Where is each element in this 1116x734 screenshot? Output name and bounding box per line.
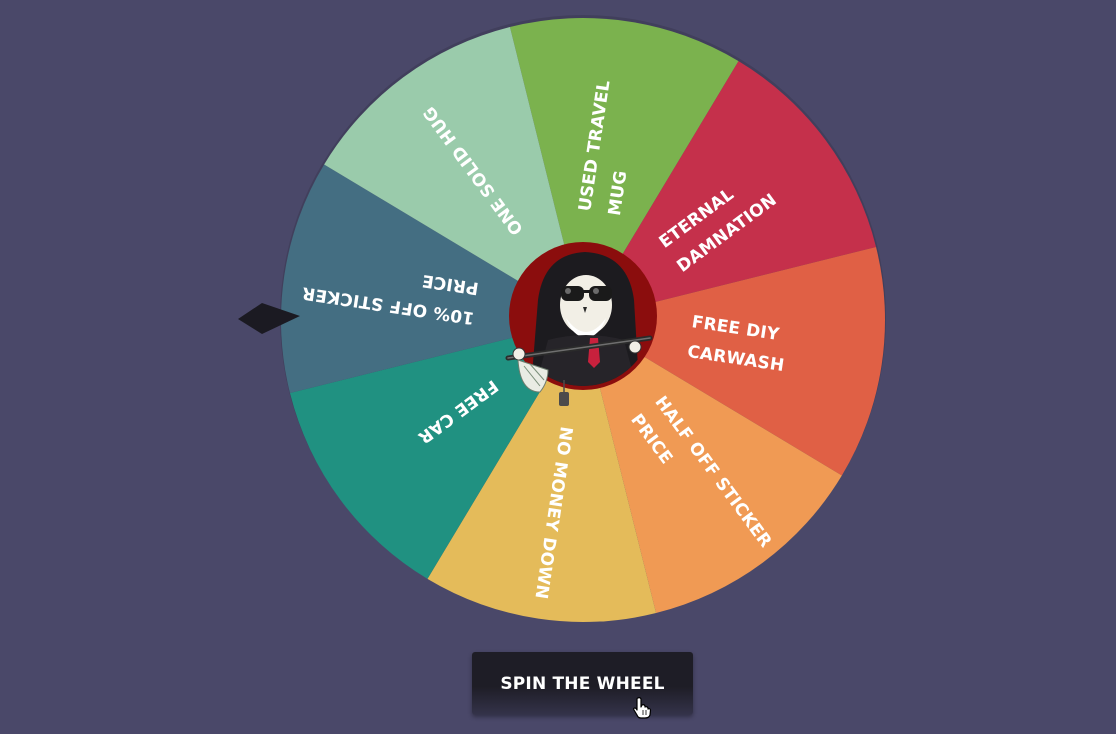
game-stage: USED TRAVELMUG ETERNALDAMNATION FREE DIYCA… (0, 0, 1116, 734)
spin-the-wheel-button[interactable]: SPIN THE WHEEL (472, 652, 693, 715)
prize-wheel-canvas: USED TRAVELMUG ETERNALDAMNATIONFREE DIYCA… (238, 15, 886, 622)
